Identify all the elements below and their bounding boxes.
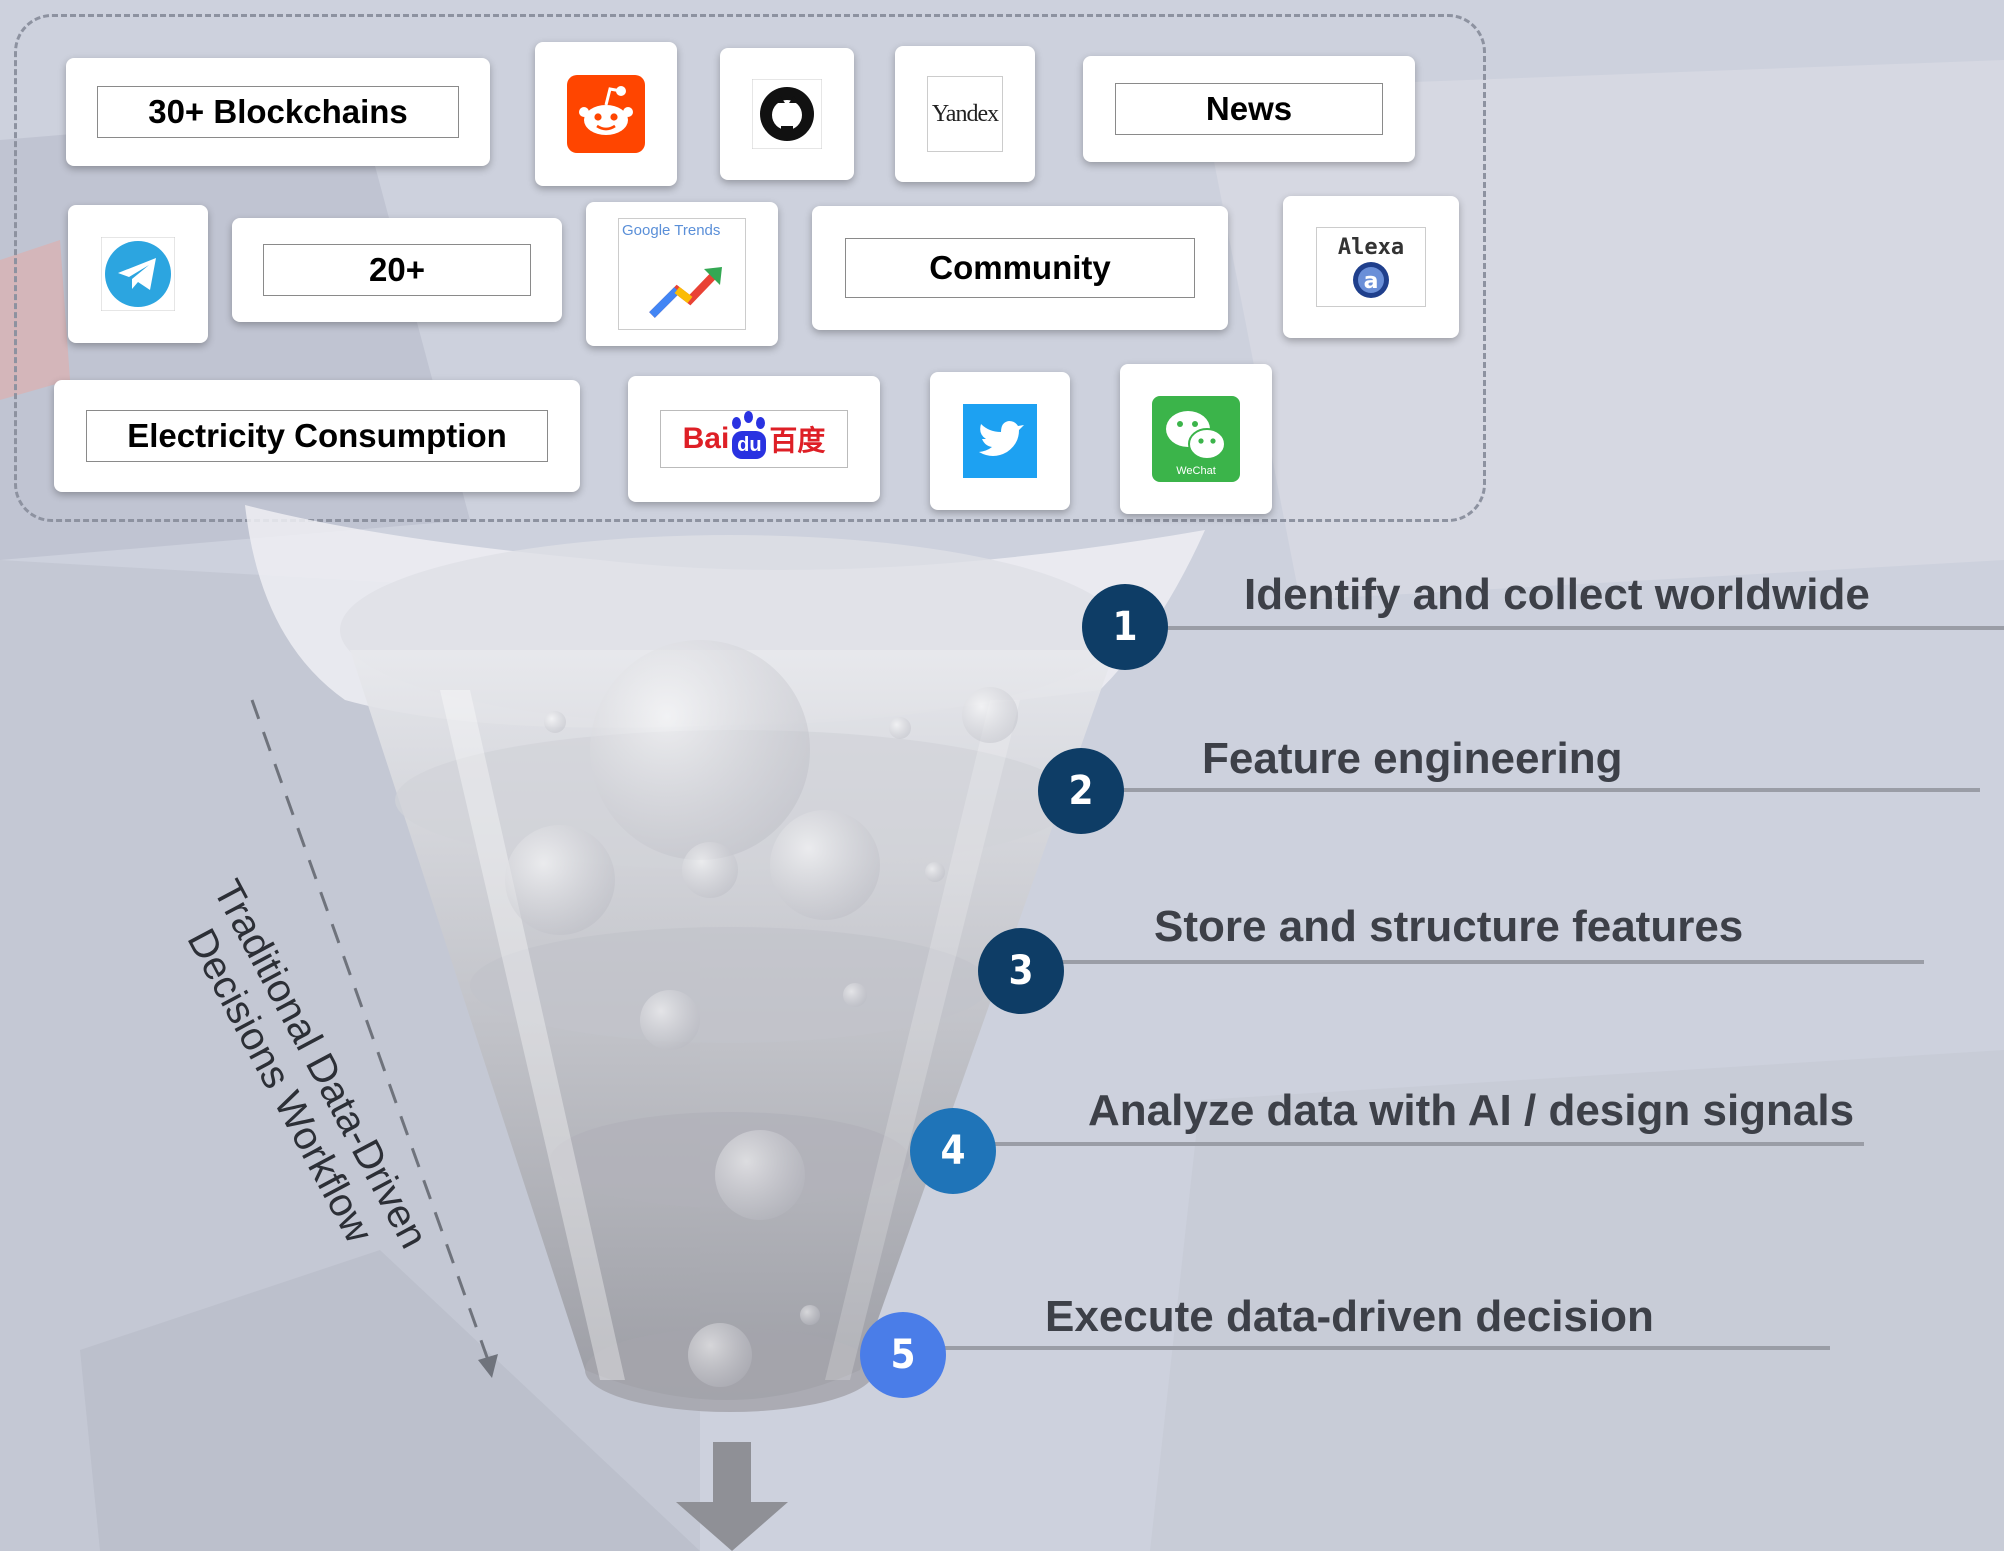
step-1-badge: 1 — [1082, 584, 1168, 670]
funnel-graphic — [245, 505, 1205, 1551]
workflow-arrow-head — [478, 1354, 498, 1378]
step-5-badge: 5 — [860, 1312, 946, 1398]
step-2-label: Feature engineering — [1202, 734, 1623, 783]
step-1-line — [1160, 626, 2004, 630]
step-2-line — [1120, 788, 1980, 792]
step-3-badge: 3 — [978, 928, 1064, 1014]
step-4-line — [994, 1142, 1864, 1146]
step-1-label: Identify and collect worldwide — [1244, 570, 1870, 619]
step-4-badge: 4 — [910, 1108, 996, 1194]
step-5-line — [940, 1346, 1830, 1350]
step-3-label: Store and structure features — [1154, 902, 1744, 951]
output-arrow-shaft — [713, 1442, 751, 1507]
step-5-label: Execute data-driven decision — [1045, 1292, 1654, 1341]
step-2-badge: 2 — [1038, 748, 1124, 834]
step-3-line — [1060, 960, 1924, 964]
step-4-label: Analyze data with AI / design signals — [1088, 1086, 1855, 1135]
output-arrow-head — [676, 1502, 788, 1551]
